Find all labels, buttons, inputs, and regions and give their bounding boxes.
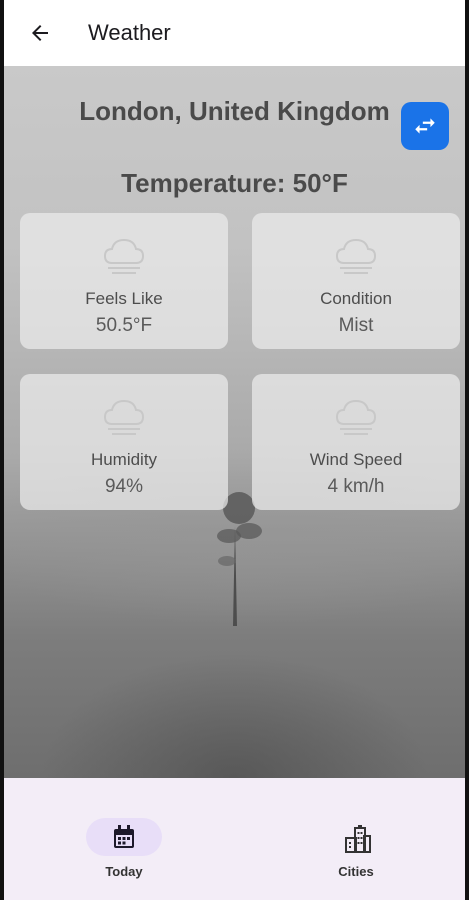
cloud-icon [103, 399, 145, 435]
city-name: London, United Kingdom [79, 96, 390, 126]
card-value: 94% [104, 476, 144, 497]
nav-item-today[interactable]: Today [64, 816, 184, 886]
wind-speed-card: Wind Speed 4 km/h [252, 374, 460, 510]
page-title: Weather [88, 20, 171, 45]
nav-label-today: Today [105, 864, 143, 879]
cloud-icon [335, 399, 377, 435]
card-value: 50.5°F [95, 315, 153, 336]
card-label: Wind Speed [309, 450, 403, 469]
card-label: Feels Like [85, 289, 163, 308]
card-label: Humidity [90, 450, 158, 469]
app-bar: Weather [4, 0, 465, 66]
cloud-icon [335, 238, 377, 274]
nav-label-cities: Cities [338, 864, 374, 879]
condition-card: Condition Mist [252, 213, 460, 349]
swap-horiz-icon [415, 118, 435, 134]
humidity-card: Humidity 94% [20, 374, 228, 510]
bottom-navigation: Today Cities [4, 778, 465, 900]
nav-item-cities[interactable]: Cities [296, 816, 416, 886]
card-value: Mist [338, 315, 374, 336]
calendar-icon [114, 825, 134, 848]
back-button[interactable] [22, 15, 58, 51]
cloud-icon [103, 238, 145, 274]
temperature-text: Temperature: 50°F [121, 168, 348, 198]
swap-location-button[interactable] [401, 102, 449, 150]
feels-like-card: Feels Like 50.5°F [20, 213, 228, 349]
card-label: Condition [320, 289, 392, 308]
city-icon [345, 825, 371, 853]
arrow-back-icon [32, 25, 48, 41]
card-value: 4 km/h [327, 476, 385, 497]
phone-frame: Weather London, United Kingdom Temperatu… [0, 0, 469, 900]
